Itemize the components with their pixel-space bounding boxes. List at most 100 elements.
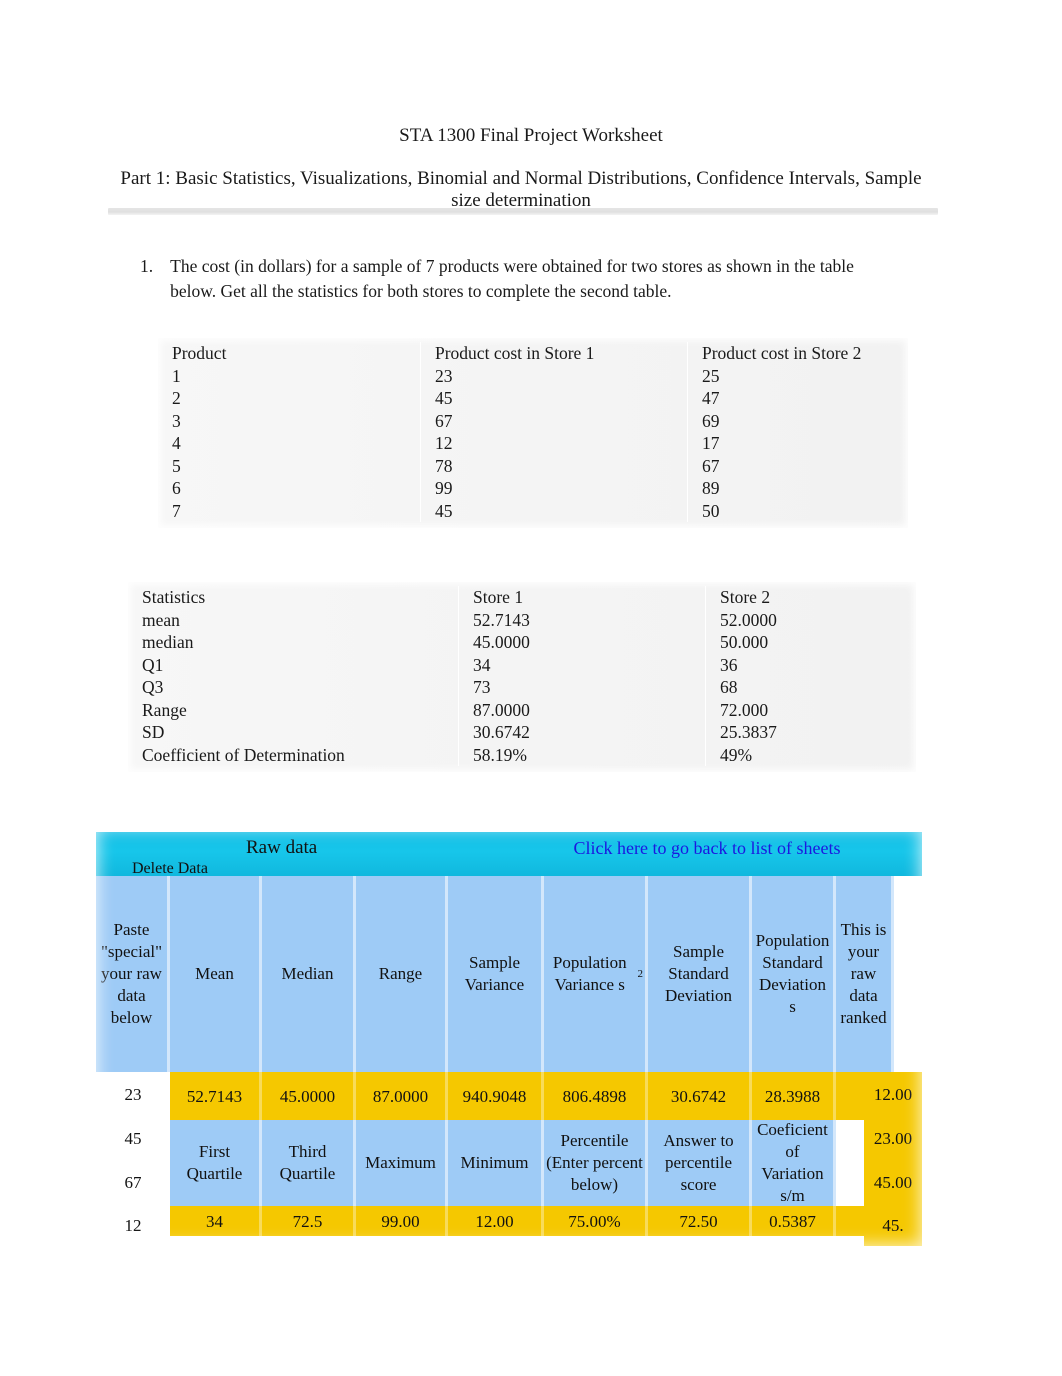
header-minimum: Minimum	[448, 1120, 544, 1206]
raw-data-column: 23 45 67 12	[96, 1072, 170, 1246]
table-row: SD 30.6742 25.3837	[128, 721, 916, 744]
cell-store1: 45	[420, 499, 688, 522]
ranked-data-value: 23.00	[873, 1128, 913, 1148]
cell-statistic-name: mean	[128, 608, 459, 631]
table-header-row: Product Product cost in Store 1 Product …	[158, 342, 908, 365]
cell-population-sd-value[interactable]: 28.3988	[752, 1072, 836, 1120]
raw-data-value[interactable]: 12	[96, 1204, 170, 1246]
cell-store2: 67	[702, 455, 720, 476]
header-third-quartile: Third Quartile	[262, 1120, 356, 1206]
cell-mean-value[interactable]: 52.7143	[170, 1072, 262, 1120]
raw-data-value[interactable]: 23	[96, 1072, 170, 1116]
cell-statistic-name: Coefficient of Determination	[128, 743, 459, 766]
cell-store1: 45	[420, 387, 688, 410]
ranked-data-column: 12.00 23.00 45.00 45.	[864, 1072, 922, 1246]
table-header-row: Statistics Store 1 Store 2	[128, 586, 916, 609]
cell-range-value[interactable]: 87.0000	[356, 1072, 448, 1120]
column-header-store1: Product cost in Store 1	[420, 342, 688, 365]
spreadsheet-inner: Raw data Click here to go back to list o…	[96, 826, 922, 1246]
cell-store1: 99	[420, 477, 688, 500]
cell-sample-sd-value[interactable]: 30.6742	[648, 1072, 752, 1120]
cell-store2-value: 72.000	[720, 699, 769, 720]
raw-data-value[interactable]: 45	[96, 1116, 170, 1160]
page-title: STA 1300 Final Project Worksheet	[399, 125, 663, 146]
spreadsheet-data-row-2: 34 72.5 99.00 12.00 75.00% 72.50 0.5387	[96, 1206, 922, 1236]
cell-product: 5	[158, 454, 421, 477]
cell-store2-value: 36	[720, 654, 738, 675]
table-row: median 45.0000 50.000	[128, 631, 916, 654]
spreadsheet-header-row-2: First Quartile Third Quartile Maximum Mi…	[96, 1120, 922, 1206]
products-table: Product Product cost in Store 1 Product …	[158, 338, 908, 528]
column-header-store2: Product cost in Store 2	[702, 343, 862, 363]
cell-percentile-answer-value[interactable]: 72.50	[648, 1206, 752, 1236]
cell-store2: 17	[702, 433, 720, 453]
cell-store2: 47	[702, 388, 720, 408]
table-row: Coefficient of Determination 58.19% 49%	[128, 743, 916, 766]
question-number: 1.	[140, 256, 154, 276]
table-row: 3 67 69	[158, 409, 908, 432]
products-table-body: Product Product cost in Store 1 Product …	[158, 342, 908, 522]
cell-population-variance-value[interactable]: 806.4898	[544, 1072, 648, 1120]
cell-coefficient-of-variation-value[interactable]: 0.5387	[752, 1206, 836, 1236]
cell-statistic-name: Range	[128, 698, 459, 721]
column-header-store1: Store 1	[458, 586, 706, 609]
header-percentile-answer: Answer to percentile score	[648, 1120, 752, 1206]
cell-product: 7	[158, 499, 421, 522]
cell-store1: 67	[420, 409, 688, 432]
cell-statistic-name: median	[128, 631, 459, 654]
cell-store1-value: 52.7143	[458, 608, 706, 631]
cell-percentile-input-value[interactable]: 75.00%	[544, 1206, 648, 1236]
header-sample-variance: Sample Variance	[448, 876, 544, 1072]
ranked-data-value: 45.	[882, 1215, 904, 1235]
page-subtitle: Part 1: Basic Statistics, Visualizations…	[120, 168, 922, 211]
cell-store2-value: 25.3837	[720, 722, 777, 742]
raw-data-value[interactable]: 67	[96, 1160, 170, 1204]
cell-statistic-name: Q3	[128, 676, 459, 699]
cell-first-quartile-value[interactable]: 34	[170, 1206, 262, 1236]
cell-product: 3	[158, 409, 421, 432]
cell-store1-value: 34	[458, 653, 706, 676]
cell-store2: 25	[702, 365, 720, 386]
header-sample-standard-deviation: Sample Standard Deviation	[648, 876, 752, 1072]
back-to-sheets-link[interactable]: Click here to go back to list of sheets	[512, 838, 902, 859]
cell-statistic-name: Q1	[128, 653, 459, 676]
cell-minimum-value[interactable]: 12.00	[448, 1206, 544, 1236]
cell-store1: 12	[420, 432, 688, 455]
spreadsheet-header-row-1: Paste "special" your raw data below Mean…	[96, 876, 922, 1072]
cell-store1: 23	[420, 364, 688, 387]
header-coefficient-of-variation: Coeficient of Variation s/m	[752, 1120, 836, 1206]
statistics-table-grid: Statistics Store 1 Store 2 mean 52.7143 …	[128, 586, 916, 766]
spreadsheet-screenshot: Raw data Click here to go back to list o…	[96, 826, 922, 1246]
cell-third-quartile-value[interactable]: 72.5	[262, 1206, 356, 1236]
table-row: 4 12 17	[158, 432, 908, 455]
header-ranked-data: This is your raw data ranked	[836, 876, 894, 1072]
column-header-statistics: Statistics	[128, 586, 459, 609]
header-population-standard-deviation: Population Standard Deviation s	[752, 876, 836, 1072]
question-1: 1. The cost (in dollars) for a sample of…	[140, 254, 860, 304]
cell-sample-variance-value[interactable]: 940.9048	[448, 1072, 544, 1120]
cell-product: 1	[158, 364, 421, 387]
header-percentile-input: Percentile (Enter percent below)	[544, 1120, 648, 1206]
cell-store1-value: 73	[458, 676, 706, 699]
cell-product: 6	[158, 477, 421, 500]
header-median: Median	[262, 876, 356, 1072]
header-first-quartile: First Quartile	[170, 1120, 262, 1206]
table-row: 7 45 50	[158, 499, 908, 522]
table-row: 1 23 25	[158, 364, 908, 387]
statistics-table: Statistics Store 1 Store 2 mean 52.7143 …	[128, 582, 916, 772]
table-row: Q1 34 36	[128, 653, 916, 676]
header-population-variance: Population Variance s 2	[544, 876, 648, 1072]
cell-store2-value: 68	[720, 677, 738, 697]
header-maximum: Maximum	[356, 1120, 448, 1206]
ranked-data-value: 12.00	[873, 1084, 913, 1104]
cell-store2: 89	[702, 478, 720, 498]
spreadsheet-data-row-1: 52.7143 45.0000 87.0000 940.9048 806.489…	[96, 1072, 922, 1120]
table-row: Q3 73 68	[128, 676, 916, 699]
cell-store1-value: 58.19%	[458, 743, 706, 766]
header-paste-instructions: Paste "special" your raw data below	[96, 876, 170, 1072]
cell-median-value[interactable]: 45.0000	[262, 1072, 356, 1120]
table-row: Range 87.0000 72.000	[128, 698, 916, 721]
statistics-table-body: Statistics Store 1 Store 2 mean 52.7143 …	[128, 586, 916, 766]
table-row: mean 52.7143 52.0000	[128, 608, 916, 631]
cell-maximum-value[interactable]: 99.00	[356, 1206, 448, 1236]
